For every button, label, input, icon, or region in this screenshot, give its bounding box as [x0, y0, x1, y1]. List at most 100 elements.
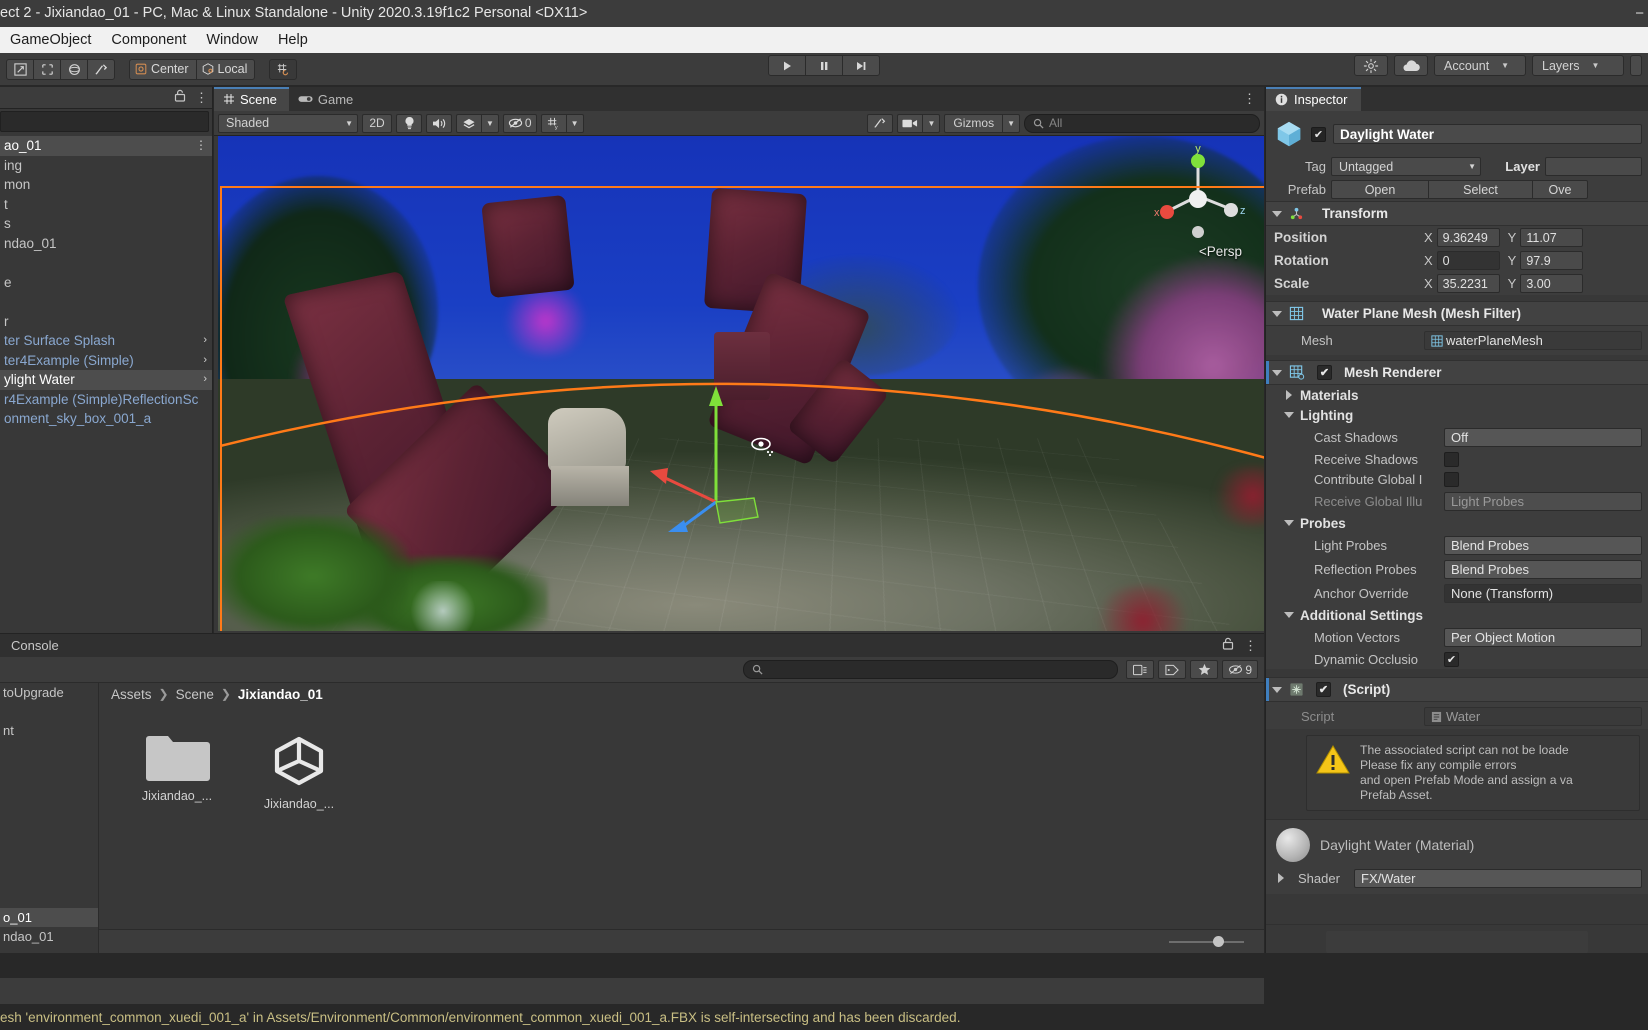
hierarchy-menu-icon[interactable]: ⋮ [195, 90, 208, 106]
layers-dropdown[interactable]: Layers ▼ [1532, 55, 1624, 76]
account-dropdown[interactable]: Account ▼ [1434, 55, 1526, 76]
pause-button[interactable] [805, 55, 843, 76]
scene-viewport[interactable]: y x z <Persp [218, 136, 1264, 631]
scene-hidden-objects-button[interactable]: 0 [502, 113, 537, 133]
object-enabled-checkbox[interactable]: ✔ [1311, 126, 1326, 142]
component-header-mesh-renderer[interactable]: ✔ Mesh Renderer [1266, 360, 1648, 385]
hierarchy-search-input[interactable] [0, 111, 209, 132]
menu-item-help[interactable]: Help [268, 27, 318, 53]
motion-vectors-dropdown[interactable]: Per Object Motion [1444, 627, 1642, 647]
tab-inspector[interactable]: Inspector [1266, 87, 1362, 111]
hierarchy-item[interactable]: mon [0, 175, 212, 195]
layer-dropdown[interactable] [1545, 157, 1642, 176]
scene-fx-icon[interactable] [456, 113, 482, 133]
status-bar[interactable]: esh 'environment_common_xuedi_001_a' in … [0, 1004, 1648, 1030]
project-tree-item[interactable] [0, 835, 98, 854]
hierarchy-item[interactable]: ndao_01 [0, 234, 212, 254]
perspective-mode-label[interactable]: <Persp [1199, 244, 1242, 259]
hierarchy-item[interactable] [0, 292, 212, 312]
project-tree-item-selected[interactable]: o_01 [0, 908, 98, 927]
materials-row[interactable]: Materials [1266, 385, 1648, 405]
contribute-gi-checkbox[interactable] [1444, 471, 1459, 487]
position-x-field[interactable]: 9.36249 [1436, 228, 1500, 247]
step-button[interactable] [842, 55, 880, 76]
anchor-override-field[interactable]: None (Transform) [1444, 583, 1642, 603]
hierarchy-item[interactable]: e [0, 273, 212, 293]
hierarchy-item[interactable]: ing [0, 156, 212, 176]
slider-knob[interactable] [1213, 935, 1224, 947]
reflection-probes-dropdown[interactable]: Blend Probes [1444, 559, 1642, 579]
project-tree-item[interactable] [0, 702, 98, 721]
scene-tools-icon[interactable] [867, 113, 894, 133]
filter-by-label-icon[interactable] [1158, 660, 1187, 679]
gizmos-button[interactable]: Gizmos [944, 113, 1004, 133]
expand-triangle-icon[interactable] [1286, 390, 1292, 400]
scene-grid-dropdown[interactable]: ▼ [565, 113, 584, 133]
shader-dropdown[interactable]: FX/Water [1354, 868, 1642, 888]
scene-lighting-icon[interactable] [396, 113, 422, 133]
project-tree-item[interactable]: toUpgrade [0, 683, 98, 702]
grid-snap-icon[interactable] [269, 58, 298, 80]
filter-by-type-icon[interactable] [1126, 660, 1155, 679]
scene-search-input[interactable]: All [1024, 113, 1260, 133]
prefab-arrow-icon[interactable]: › [203, 370, 207, 390]
project-tree-item[interactable] [0, 759, 98, 778]
collapse-triangle-icon[interactable] [1272, 210, 1282, 217]
hierarchy-item-skybox[interactable]: onment_sky_box_001_a [0, 409, 212, 429]
hierarchy-item[interactable] [0, 253, 212, 273]
hand-tool-icon[interactable] [6, 58, 34, 80]
rotate-tool-icon[interactable] [60, 58, 88, 80]
project-tree-item[interactable] [0, 740, 98, 759]
cast-shadows-dropdown[interactable]: Off [1444, 427, 1642, 447]
transform-tool-icon[interactable] [87, 58, 115, 80]
lock-icon[interactable] [1222, 637, 1234, 655]
collapse-triangle-icon[interactable] [1284, 520, 1294, 526]
scene-fx-dropdown[interactable]: ▼ [481, 113, 499, 133]
scene-orientation-gizmo[interactable]: y x z [1148, 144, 1248, 244]
dynamic-occlusion-checkbox[interactable]: ✔ [1444, 651, 1459, 667]
hierarchy-item[interactable]: r [0, 312, 212, 332]
scene-audio-icon[interactable] [426, 113, 452, 133]
scene-camera-icon[interactable] [897, 113, 924, 133]
services-icon[interactable] [1354, 55, 1388, 76]
add-component-button[interactable] [1326, 930, 1588, 953]
collapse-triangle-icon[interactable] [1272, 686, 1282, 693]
prefab-select-button[interactable]: Select [1428, 180, 1533, 199]
asset-size-slider[interactable] [1169, 935, 1244, 947]
scale-x-field[interactable]: 35.2231 [1436, 274, 1500, 293]
collapse-triangle-icon[interactable] [1284, 412, 1294, 418]
tab-game[interactable]: Game [289, 87, 365, 111]
component-header-transform[interactable]: Transform [1266, 201, 1648, 226]
prefab-arrow-icon[interactable]: › [203, 351, 207, 371]
play-button[interactable] [768, 55, 806, 76]
asset-item-folder[interactable]: Jixiandao_... [129, 731, 225, 811]
collapse-triangle-icon[interactable] [1272, 369, 1282, 376]
project-search-input[interactable] [743, 660, 1119, 679]
project-tree-item[interactable] [0, 816, 98, 835]
menu-item-gameobject[interactable]: GameObject [0, 27, 101, 53]
object-name-field[interactable]: Daylight Water [1333, 124, 1642, 144]
position-y-field[interactable]: 11.07 [1520, 228, 1584, 247]
project-tree-item[interactable]: ndao_01 [0, 927, 98, 946]
hierarchy-item-reflection[interactable]: r4Example (Simple)ReflectionSc [0, 390, 212, 410]
scene-grid-icon[interactable]: y [540, 113, 567, 133]
hierarchy-item-water-surface-splash[interactable]: ter Surface Splash › [0, 331, 212, 351]
collapse-triangle-icon[interactable] [1272, 310, 1282, 317]
move-gizmo[interactable] [636, 372, 806, 532]
project-tree-item[interactable] [0, 778, 98, 797]
hierarchy-item-daylight-water[interactable]: ylight Water › [0, 370, 212, 390]
toggle-2d-button[interactable]: 2D [362, 113, 392, 133]
breadcrumb-current[interactable]: Jixiandao_01 [238, 687, 323, 702]
tag-dropdown[interactable]: Untagged ▼ [1331, 157, 1481, 176]
light-probes-dropdown[interactable]: Blend Probes [1444, 535, 1642, 555]
prefab-overrides-button[interactable]: Ove [1532, 180, 1588, 199]
hierarchy-item-root[interactable]: ao_01 ⋮ [0, 136, 212, 156]
lock-icon[interactable] [174, 89, 186, 107]
breadcrumb-scene[interactable]: Scene [176, 687, 214, 702]
project-tree-item[interactable] [0, 797, 98, 816]
menu-item-window[interactable]: Window [196, 27, 268, 53]
pivot-mode-button[interactable]: Center [129, 58, 197, 80]
expand-triangle-icon[interactable] [1278, 873, 1284, 883]
prefab-open-button[interactable]: Open [1331, 180, 1429, 199]
hierarchy-item[interactable]: s [0, 214, 212, 234]
